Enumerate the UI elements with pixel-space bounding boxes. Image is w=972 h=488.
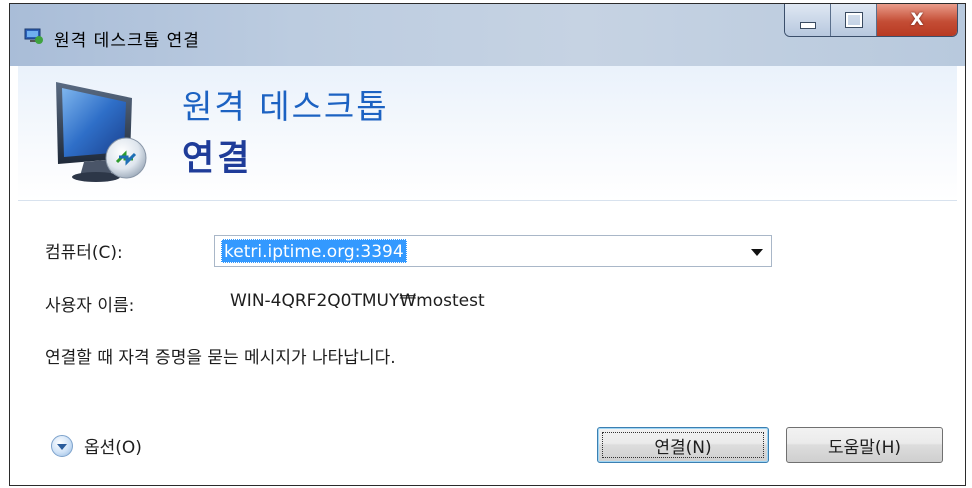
- options-label: 옵션(O): [84, 438, 142, 458]
- help-button[interactable]: 도움말(H): [786, 427, 943, 463]
- computer-label: 컴퓨터(C):: [45, 243, 123, 263]
- monitor-connection-icon: [56, 82, 147, 182]
- title-bar[interactable]: 원격 데스크톱 연결 X: [10, 4, 965, 66]
- connect-button[interactable]: 연결(N): [597, 427, 769, 463]
- username-label: 사용자 이름:: [45, 296, 135, 316]
- minimize-button[interactable]: [785, 4, 831, 36]
- window-controls: X: [784, 4, 958, 37]
- dropdown-arrow-icon[interactable]: [751, 249, 763, 256]
- remote-desktop-icon: [24, 28, 43, 44]
- header-title-line1: 원격 데스크톱: [182, 87, 389, 126]
- maximize-icon: [844, 12, 863, 28]
- chevron-down-circle-icon[interactable]: [51, 434, 73, 457]
- help-button-label: 도움말(H): [828, 437, 901, 458]
- computer-combobox[interactable]: ketri.iptime.org:3394: [214, 235, 772, 267]
- remote-desktop-window: 원격 데스크톱 연결 X 원격 데스크톱 연결 컴퓨터(C): ketri.ip…: [9, 3, 966, 486]
- options-toggle[interactable]: 옵션(O): [51, 433, 142, 458]
- close-button[interactable]: X: [877, 4, 957, 36]
- dialog-header: 원격 데스크톱 연결: [18, 66, 957, 201]
- dialog-body: 컴퓨터(C): ketri.iptime.org:3394 사용자 이름: WI…: [18, 201, 957, 485]
- window-title: 원격 데스크톱 연결: [54, 31, 200, 51]
- username-value: WIN-4QRF2Q0TMUY₩mostest: [230, 291, 485, 311]
- credential-prompt-note: 연결할 때 자격 증명을 묻는 메시지가 나타납니다.: [45, 348, 396, 368]
- close-icon: X: [910, 10, 924, 30]
- minimize-icon: [799, 21, 816, 29]
- computer-input[interactable]: ketri.iptime.org:3394: [221, 239, 407, 263]
- maximize-button[interactable]: [831, 4, 877, 36]
- connect-button-label: 연결(N): [654, 437, 712, 458]
- header-title-line2: 연결: [182, 139, 253, 179]
